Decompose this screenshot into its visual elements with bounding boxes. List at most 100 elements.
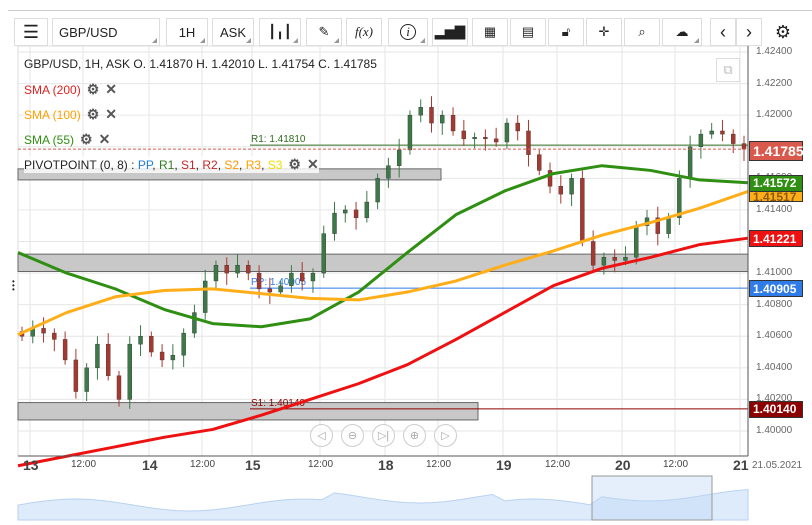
price-tick: 1.40000 (756, 425, 793, 436)
candle-body (677, 178, 682, 219)
panel-resize-handle[interactable]: • • • (12, 278, 15, 294)
close-icon[interactable]: ✕ (99, 131, 111, 147)
candle-body (84, 367, 89, 392)
candle-body (116, 375, 122, 400)
candle-body (332, 212, 337, 234)
gear-icon[interactable]: ⚙ (288, 156, 301, 172)
candle-body (483, 137, 488, 140)
candle-body (289, 272, 294, 286)
price-tick: 1.40400 (756, 361, 793, 373)
time-tick: 12:00 (663, 459, 689, 470)
gear-icon[interactable]: ⚙ (87, 106, 100, 122)
candle-body (127, 343, 132, 400)
candle-body (364, 201, 370, 219)
skip-end-icon: ▷| (377, 430, 390, 442)
candle-body (418, 107, 423, 116)
pivot-label: PIVOTPOINT (0, 8) (24, 158, 128, 172)
candle-body (634, 225, 639, 258)
zoom-out-icon: ⊖ (347, 430, 358, 442)
candle-body (396, 149, 402, 166)
time-tick: 18 (378, 457, 394, 473)
sma100-label: SMA (100) (24, 108, 81, 122)
candle-body (590, 241, 596, 266)
popout-icon: ⧉ (723, 62, 733, 77)
candle-body (202, 280, 208, 313)
pivot-items: PP, R1, S1, R2, S2, R3, S3 (137, 158, 283, 172)
candle-body (386, 165, 391, 179)
reset-button[interactable]: ▷| (372, 424, 395, 447)
zoom-out-button[interactable]: ⊖ (341, 424, 364, 447)
pivot-item-r2: R2 (202, 158, 218, 172)
close-icon[interactable]: ✕ (105, 81, 117, 97)
legend-sma200: SMA (200) ⚙ ✕ (24, 81, 117, 98)
candle-body (138, 336, 143, 345)
price-label-s1: 1.40140 (749, 400, 803, 418)
candle-body (353, 209, 359, 219)
time-tick: 21 (733, 457, 749, 473)
pan-left-button[interactable]: ◁ (310, 424, 333, 447)
candle-body (731, 133, 736, 144)
candle-body (709, 130, 714, 135)
zoom-in-button[interactable]: ⊕ (403, 424, 426, 447)
price-label-pp: 1.40905 (749, 280, 803, 298)
candle-body (515, 122, 520, 132)
navigator-window (591, 475, 713, 521)
candle-body (213, 264, 219, 282)
legend-pivot: PIVOTPOINT (0, 8) : PP, R1, S1, R2, S2, … (24, 156, 319, 173)
close-icon[interactable]: ✕ (105, 106, 117, 122)
time-tick: 14 (142, 457, 158, 473)
pivot-item-r3: R3 (245, 158, 262, 172)
candle-body (623, 257, 628, 261)
candle-body (472, 137, 477, 140)
candle-body (256, 272, 262, 290)
candle-body (192, 312, 197, 334)
price-label-current: 1.41785 (749, 141, 804, 162)
price-tick: 1.41000 (756, 267, 793, 279)
price-label-sma200: 1.41221 (749, 230, 803, 248)
pivot-item-s3: S3 (267, 158, 283, 172)
gear-icon[interactable]: ⚙ (80, 131, 93, 147)
pivot-item-s1: S1 (180, 158, 196, 172)
candle-body (299, 272, 305, 282)
pivot-line-label: R1: 1.41810 (251, 134, 306, 145)
candle-body (580, 178, 585, 242)
candle-body (181, 332, 186, 356)
candle-body (95, 343, 100, 369)
popout-button[interactable]: ⧉ (716, 58, 740, 82)
gear-icon[interactable]: ⚙ (87, 81, 100, 97)
pivot-item-pp: PP (137, 158, 153, 172)
candle-body (73, 359, 79, 392)
candle-body (429, 107, 434, 124)
candle-body (41, 328, 46, 334)
candle-body (235, 264, 240, 274)
sma55-label: SMA (55) (24, 133, 75, 147)
pivot-sep: : (127, 158, 138, 172)
candle-body (687, 146, 693, 179)
price-tick: 1.40600 (756, 330, 793, 342)
plot-area (17, 45, 749, 457)
legend-sma100: SMA (100) ⚙ ✕ (24, 106, 117, 123)
candle-body (440, 114, 445, 124)
candle-body (493, 138, 499, 143)
time-tick: 12:00 (71, 459, 97, 470)
candle-body (450, 114, 456, 132)
candle-body (601, 257, 607, 266)
candle-body (558, 186, 564, 195)
price-label-sma100: 1.41517 (749, 190, 803, 204)
sma200-label: SMA (200) (24, 83, 81, 97)
time-tick: 15 (245, 457, 261, 473)
price-tick: 1.42400 (756, 46, 793, 57)
candle-body (278, 285, 283, 293)
time-tick: 12:00 (308, 459, 334, 470)
candle-body (569, 178, 574, 195)
candle-body (310, 272, 316, 282)
pan-right-button[interactable]: ▷ (434, 424, 457, 447)
candle-body (321, 233, 326, 274)
time-tick: 12:00 (426, 459, 452, 470)
ohlc-header: GBP/USD, 1H, ASK O. 1.41870 H. 1.42010 L… (24, 57, 377, 71)
candle-body (149, 336, 154, 353)
pivot-zone (17, 402, 479, 421)
price-chart[interactable]: R1: 1.41810PP: 1.40905S1: 1.40140 (0, 0, 812, 525)
pivot-item-r1: R1 (158, 158, 175, 172)
close-icon[interactable]: ✕ (307, 156, 319, 172)
